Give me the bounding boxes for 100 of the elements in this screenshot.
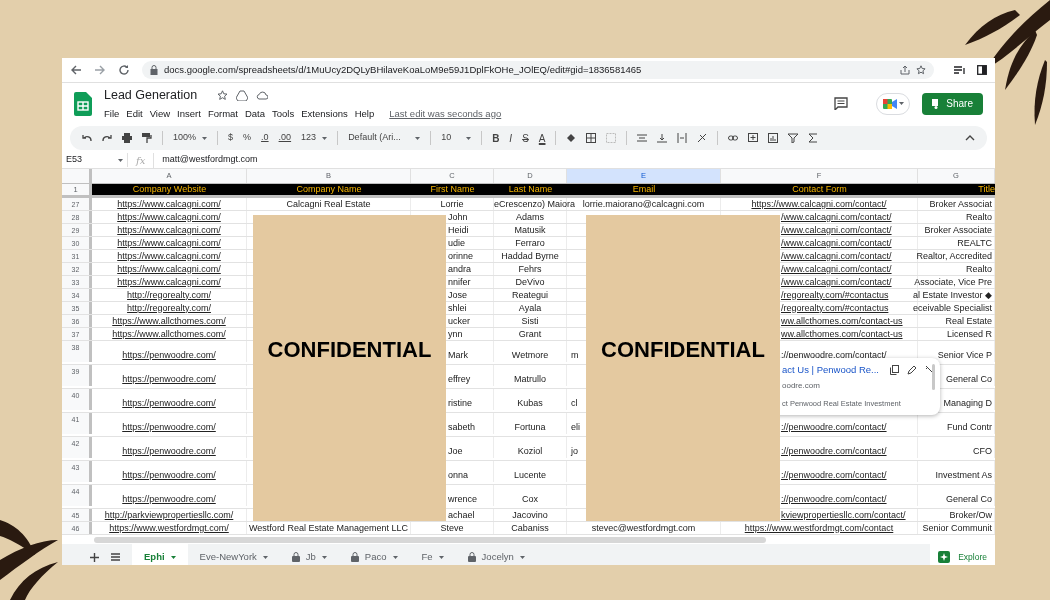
share-icon[interactable] — [900, 65, 910, 75]
cell-link[interactable]: https://www.calcagni.com/ — [117, 237, 221, 249]
cell-link[interactable]: ww.allcthomes.com/contact-us — [781, 328, 903, 340]
strikethrough-button[interactable]: S — [522, 130, 529, 146]
cell-link[interactable]: /www.calcagni.com/contact/ — [781, 224, 892, 236]
currency-format-button[interactable]: $ — [228, 131, 234, 145]
link-icon[interactable] — [728, 133, 739, 143]
cell-link[interactable]: https://www.calcagni.com/ — [117, 211, 221, 223]
star-icon[interactable] — [217, 89, 229, 101]
cell-link[interactable]: https://penwoodre.com/ — [122, 374, 216, 385]
cell-link[interactable]: ://penwoodre.com/contact/ — [781, 494, 887, 505]
zoom-dropdown[interactable]: 100% — [173, 131, 208, 145]
sheet-tab[interactable]: Fe — [409, 544, 456, 565]
sheet-tab[interactable]: Paco — [338, 544, 410, 565]
cell-link[interactable]: https://penwoodre.com/ — [122, 470, 216, 481]
cell-link[interactable]: https://penwoodre.com/ — [122, 422, 216, 433]
name-box[interactable]: E53 — [62, 153, 128, 167]
add-sheet-icon[interactable] — [90, 552, 99, 562]
filter-icon[interactable] — [788, 133, 799, 143]
playlist-icon[interactable] — [954, 65, 965, 75]
decrease-decimals-button[interactable]: .0 — [261, 131, 269, 145]
cell-link[interactable]: http://regorealty.com/ — [127, 302, 211, 314]
share-button[interactable]: Share — [922, 92, 983, 115]
fill-color-icon[interactable] — [566, 133, 577, 143]
menu-item[interactable]: Edit — [126, 106, 143, 121]
chart-icon[interactable] — [768, 133, 779, 143]
menu-item[interactable]: Insert — [177, 106, 201, 121]
cell-link[interactable]: https://www.calcagni.com/ — [117, 250, 221, 262]
cell-link[interactable]: http://parkviewpropertiesllc.com/ — [104, 509, 234, 521]
cell-link[interactable]: https://penwoodre.com/ — [122, 350, 216, 361]
preview-title-link[interactable]: act Us | Penwood Re... — [782, 363, 882, 378]
menu-item[interactable]: File — [104, 106, 120, 121]
text-rotate-icon[interactable] — [697, 133, 708, 143]
font-dropdown[interactable]: Default (Ari... — [348, 131, 421, 145]
collapse-icon[interactable] — [965, 133, 975, 143]
cell-link[interactable]: ://penwoodre.com/contact/ — [781, 350, 887, 361]
all-sheets-icon[interactable] — [111, 553, 120, 561]
cell-link[interactable]: https://www.calcagni.com/ — [117, 198, 221, 210]
cloud-icon[interactable] — [256, 90, 269, 100]
forward-icon[interactable] — [94, 64, 106, 76]
cell-link[interactable]: /regorealty.com/#contactus — [781, 302, 889, 314]
menu-item[interactable]: Data — [244, 106, 266, 121]
italic-button[interactable]: I — [509, 130, 513, 146]
percent-format-button[interactable]: % — [243, 131, 252, 145]
cell-link[interactable]: /www.calcagni.com/contact/ — [781, 263, 892, 275]
cell-link[interactable]: https://www.allcthomes.com/ — [112, 328, 226, 340]
star-icon[interactable] — [916, 65, 926, 75]
pencil-icon[interactable] — [907, 365, 917, 376]
redo-icon[interactable] — [102, 133, 112, 143]
back-icon[interactable] — [70, 64, 82, 76]
merge-cells-icon[interactable] — [606, 133, 617, 143]
sheet-tab[interactable]: Jb — [279, 544, 339, 565]
cell-link[interactable]: ://penwoodre.com/contact/ — [781, 422, 887, 433]
side-panel-icon[interactable] — [977, 65, 987, 75]
cell-link[interactable]: https://www.calcagni.com/ — [117, 276, 221, 288]
cell-link[interactable]: /www.calcagni.com/contact/ — [781, 211, 892, 223]
borders-icon[interactable] — [586, 133, 597, 143]
copy-icon[interactable] — [890, 365, 899, 376]
menu-item[interactable]: Help — [354, 106, 375, 121]
undo-icon[interactable] — [82, 133, 92, 143]
vertical-align-icon[interactable] — [657, 133, 668, 143]
comment-icon[interactable] — [748, 133, 759, 143]
menu-item[interactable]: Tools — [272, 106, 295, 121]
cell-link[interactable]: ://penwoodre.com/contact/ — [781, 446, 887, 457]
document-title[interactable]: Lead Generation — [104, 86, 198, 105]
menu-item[interactable]: Format — [207, 106, 238, 121]
cell-link[interactable]: https://www.calcagni.com/ — [117, 224, 221, 236]
last-edit-link[interactable]: Last edit was seconds ago — [389, 106, 502, 121]
sheet-tab[interactable]: Eve-NewYork — [187, 544, 280, 565]
address-bar[interactable]: docs.google.com/spreadsheets/d/1MuUcy2DQLyBHilaveKoaLoM9e59J1DplFkOHe_JOlEQ/edit#gid=1836581465 — [142, 61, 934, 79]
cell-link[interactable]: https://www.calcagni.com/contact/ — [751, 198, 887, 210]
drive-icon[interactable] — [236, 89, 249, 101]
cell-link[interactable]: /www.calcagni.com/contact/ — [781, 250, 892, 262]
cell-link[interactable]: /www.calcagni.com/contact/ — [781, 276, 892, 288]
paint-format-icon[interactable] — [142, 133, 152, 143]
cell-link[interactable]: https://www.calcagni.com/ — [117, 263, 221, 275]
number-format-dropdown[interactable]: 123 — [301, 131, 328, 145]
formula-input[interactable]: matt@westfordmgt.com — [154, 153, 258, 167]
cell-link[interactable]: kviewpropertiesllc.com/contact/ — [781, 509, 906, 521]
cell-link[interactable]: https://penwoodre.com/ — [122, 398, 216, 409]
cell-link[interactable]: /www.calcagni.com/contact/ — [781, 237, 892, 249]
cell-link[interactable]: https://www.westfordmgt.com/ — [109, 522, 229, 534]
bold-button[interactable]: B — [492, 130, 500, 146]
cell-link[interactable]: http://regorealty.com/ — [127, 289, 211, 301]
cell-link[interactable]: https://www.allcthomes.com/ — [112, 315, 226, 327]
cell-link[interactable]: https://www.westfordmgt.com/contact — [744, 522, 894, 534]
reload-icon[interactable] — [118, 64, 130, 76]
cell-link[interactable]: ://penwoodre.com/contact/ — [781, 470, 887, 481]
menu-item[interactable]: View — [149, 106, 171, 121]
cell-link[interactable]: /regorealty.com/#contactus — [781, 289, 889, 301]
comment-icon[interactable] — [834, 97, 849, 110]
menu-item[interactable]: Extensions — [301, 106, 348, 121]
cell-link[interactable]: https://penwoodre.com/ — [122, 446, 216, 457]
explore-button[interactable]: Explore — [930, 544, 995, 565]
sheet-tab[interactable]: Jocelyn — [455, 544, 537, 565]
cell-link[interactable]: ww.allcthomes.com/contact-us — [781, 315, 903, 327]
preview-scrollbar[interactable] — [932, 364, 935, 390]
font-size-dropdown[interactable]: 10 — [441, 131, 472, 145]
text-color-button[interactable]: A — [538, 130, 546, 146]
sheet-tab[interactable]: Ephi — [132, 544, 188, 565]
